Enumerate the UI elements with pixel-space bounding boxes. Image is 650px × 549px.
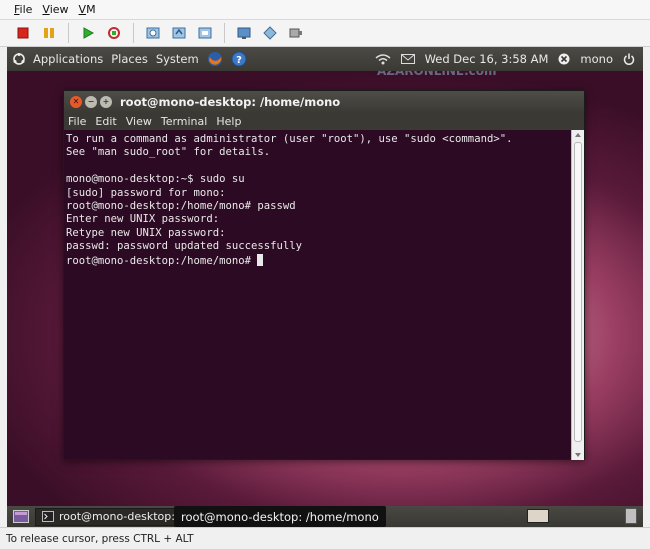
taskbar-tooltip: root@mono-desktop: /home/mono [174,506,386,527]
toolbar-separator [133,23,134,43]
pause-icon [44,28,54,38]
applications-menu[interactable]: Applications [33,52,103,66]
unity-icon [263,26,277,40]
trash-icon[interactable] [625,508,637,524]
workspace-switcher[interactable] [527,509,549,523]
terminal-title: root@mono-desktop: /home/mono [120,94,341,109]
terminal-line: To run a command as administrator (user … [66,133,513,145]
terminal-line: Retype new UNIX password: [66,226,226,239]
clock[interactable]: Wed Dec 16, 3:58 AM [425,52,549,66]
close-button[interactable]: ✕ [70,95,82,108]
terminal-menu-file[interactable]: File [68,115,86,128]
network-wifi-icon[interactable] [375,53,391,65]
toolbar-separator [224,23,225,43]
unity-button[interactable] [259,22,281,44]
host-menu-vm[interactable]: VM [79,3,96,16]
terminal-prompt: root@mono-desktop:/home/mono# [66,254,258,267]
status-text: To release cursor, press CTRL + ALT [6,532,194,545]
host-toolbar [0,20,650,47]
terminal-menu-edit[interactable]: Edit [95,115,116,128]
host-menu-file[interactable]: File [14,3,32,16]
help-icon[interactable]: ? [231,51,247,67]
host-menubar: File View VM [0,0,650,20]
scrollbar-thumb[interactable] [574,142,582,442]
user-status-icon [558,53,570,65]
pause-button[interactable] [38,22,60,44]
terminal-line: [sudo] password for mono: [66,186,226,199]
terminal-scrollbar[interactable] [571,130,584,460]
host-statusbar: To release cursor, press CTRL + ALT [0,527,650,549]
toolbar-separator [68,23,69,43]
fullscreen-button[interactable] [233,22,255,44]
scroll-down-icon[interactable] [575,453,581,457]
snapshot-icon [146,27,160,39]
ubuntu-logo-icon[interactable] [13,53,25,65]
close-icon: ✕ [72,97,80,106]
terminal-prompt-line: root@mono-desktop:/home/mono# [66,253,573,268]
terminal-line: root@mono-desktop:/home/mono# passwd [66,200,296,213]
fullscreen-icon [237,27,251,39]
terminal-output[interactable]: To run a command as administrator (user … [64,130,573,460]
terminal-menubar: File Edit View Terminal Help [64,112,584,130]
terminal-icon [42,511,54,522]
snapshot-manager-button[interactable] [194,22,216,44]
stop-button[interactable] [12,22,34,44]
console-view-icon [289,28,302,38]
terminal-line: ​ [66,160,573,173]
maximize-icon: + [102,97,110,106]
terminal-line: Enter new UNIX password: [66,213,220,226]
terminal-titlebar[interactable]: ✕ − + root@mono-desktop: /home/mono [64,91,584,112]
snapshot-button[interactable] [142,22,164,44]
firefox-icon[interactable] [207,51,223,67]
play-icon [83,27,94,39]
system-menu[interactable]: System [156,52,199,66]
maximize-button[interactable]: + [100,95,112,108]
play-button[interactable] [77,22,99,44]
terminal-menu-help[interactable]: Help [216,115,241,128]
minimize-icon: − [87,97,95,106]
gnome-top-panel: Applications Places System ? Wed Dec 16,… [7,47,643,71]
terminal-line: passwd: password updated successfully [66,240,302,253]
guest-screen[interactable]: آذر آنلاینAZARONLINE.com آذر آنلاینAZARO… [7,47,643,527]
terminal-line: See "man sudo_root" for details. [66,146,271,159]
text-cursor [257,253,264,266]
svg-text:?: ? [236,55,242,66]
user-menu[interactable]: mono [580,52,613,66]
revert-icon [172,27,186,39]
console-view-button[interactable] [285,22,307,44]
stop-icon [17,27,29,39]
scroll-up-icon[interactable] [575,133,581,137]
show-desktop-icon [13,510,29,523]
terminal-line: mono@mono-desktop:~$ sudo su [66,173,245,186]
minimize-button[interactable]: − [85,95,97,108]
mail-icon[interactable] [400,54,415,64]
terminal-window[interactable]: ✕ − + root@mono-desktop: /home/mono File… [63,90,585,460]
snapshot-manager-icon [198,27,212,39]
host-menu-view[interactable]: View [42,3,68,16]
terminal-menu-terminal[interactable]: Terminal [161,115,208,128]
reset-icon [108,27,120,39]
terminal-menu-view[interactable]: View [126,115,152,128]
revert-button[interactable] [168,22,190,44]
places-menu[interactable]: Places [111,52,148,66]
show-desktop-button[interactable] [7,508,35,526]
power-icon[interactable] [623,53,635,65]
reset-button[interactable] [103,22,125,44]
